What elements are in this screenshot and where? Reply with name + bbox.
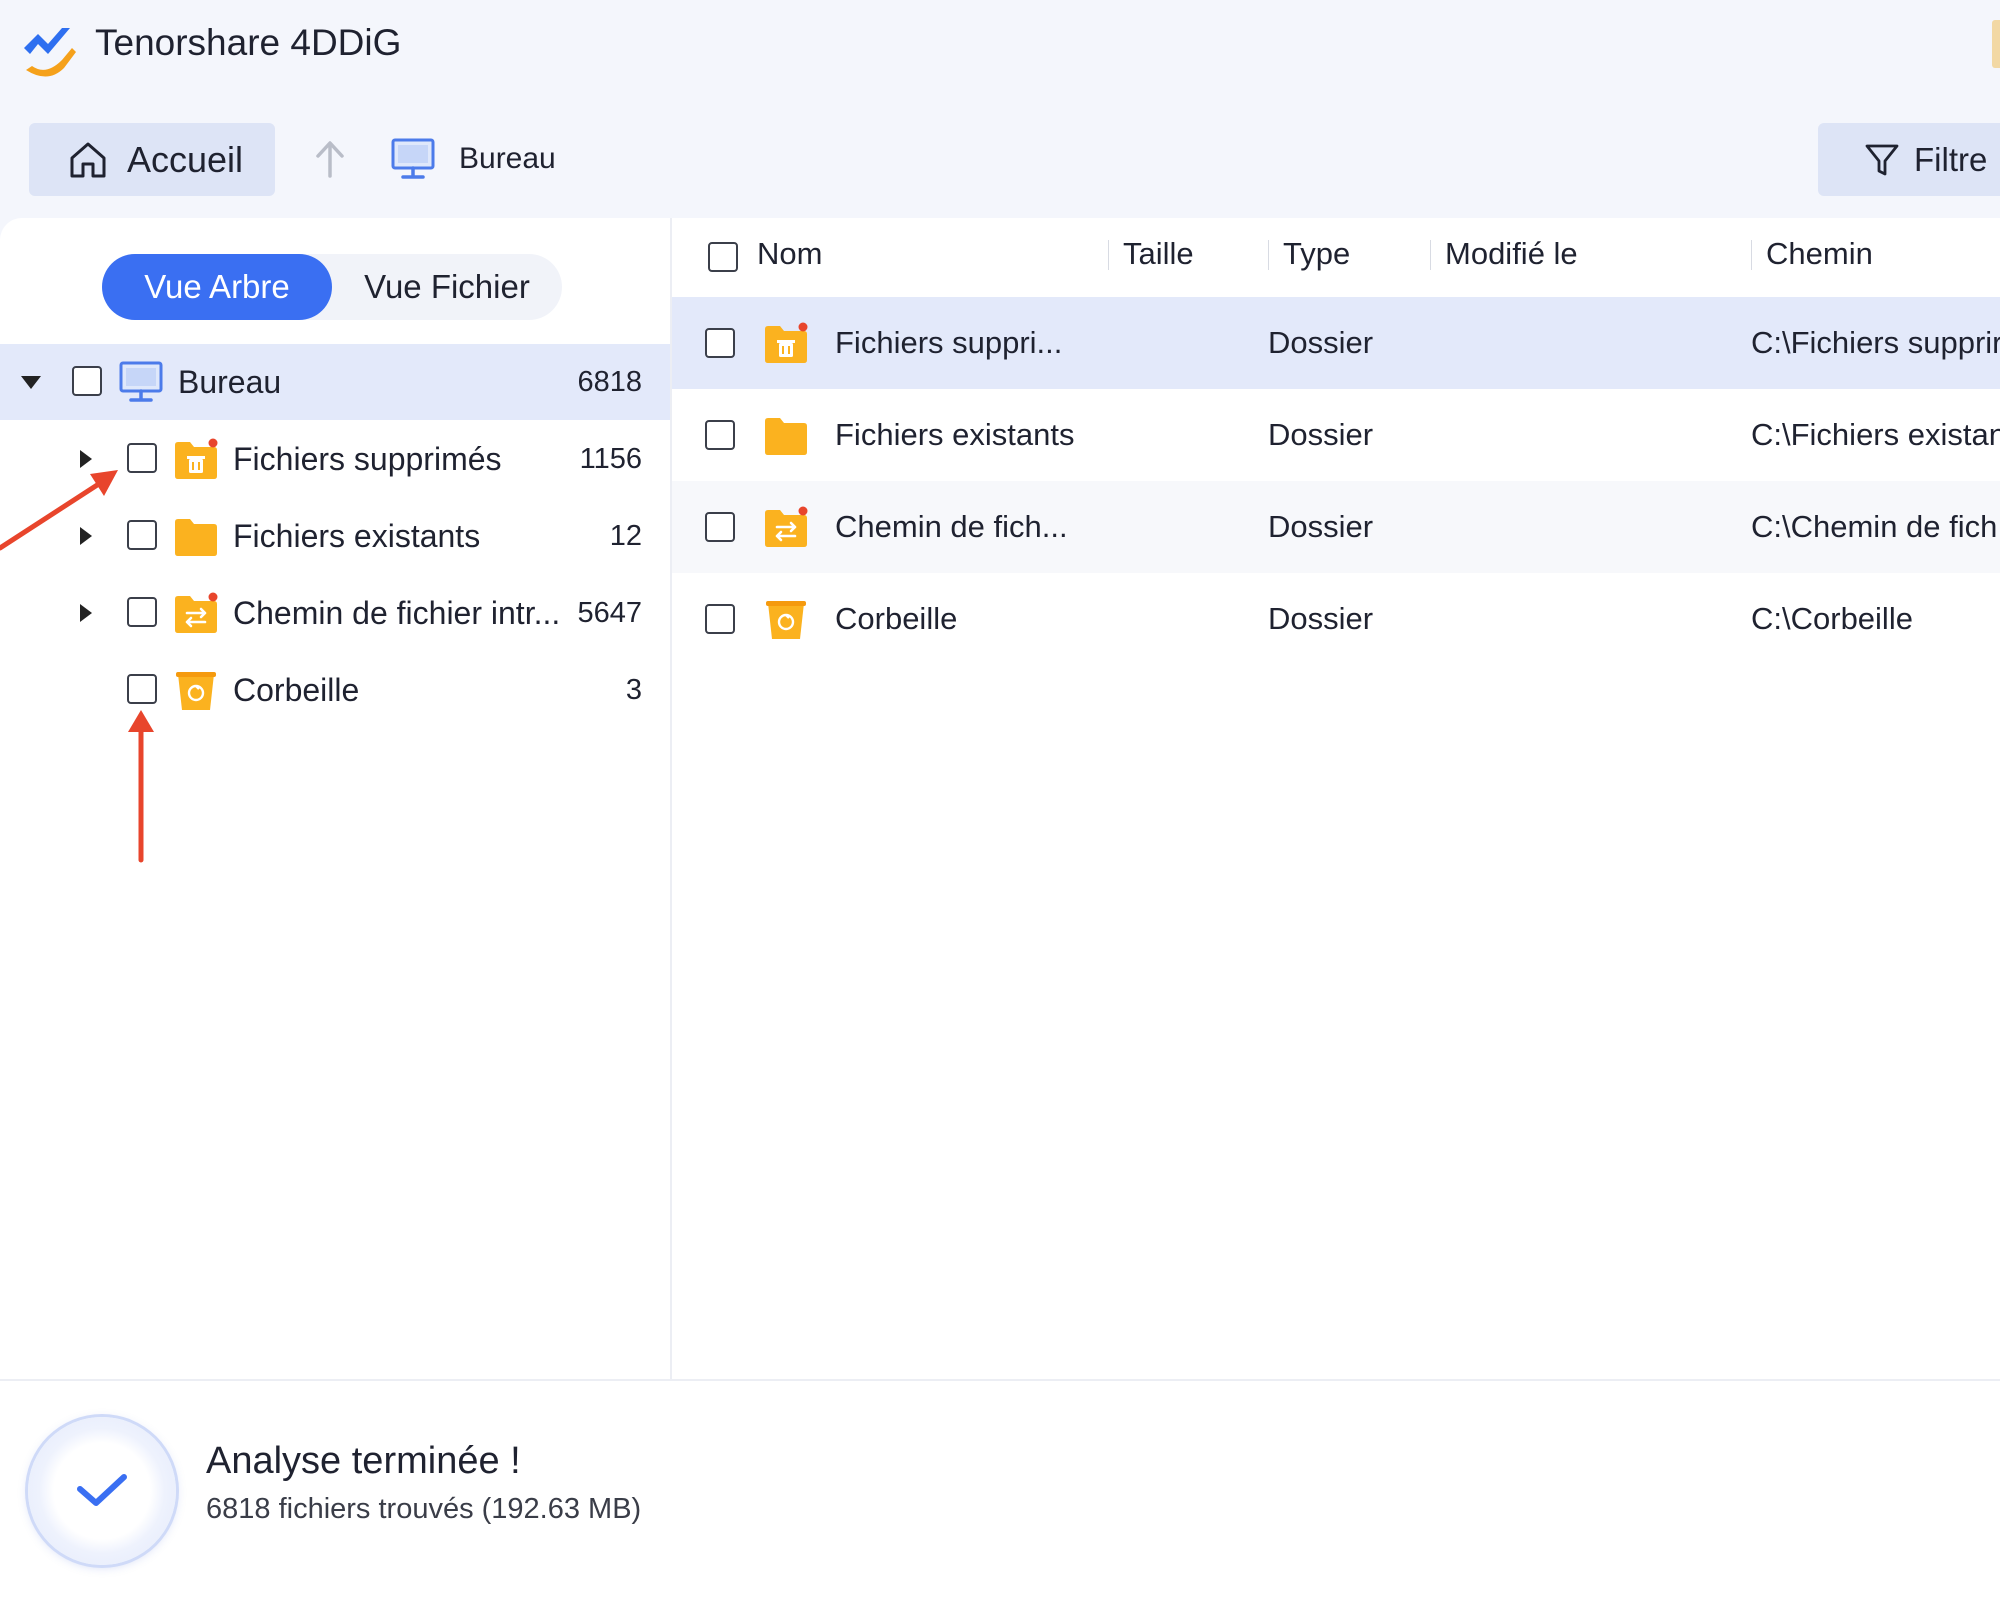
folder-icon xyxy=(175,519,217,556)
tree-checkbox[interactable] xyxy=(127,597,157,627)
tree-item-chemin-de-fichier[interactable]: Chemin de fichier intr... 5647 xyxy=(0,575,670,651)
column-header-taille[interactable]: Taille xyxy=(1123,236,1194,272)
column-divider[interactable] xyxy=(1108,240,1109,270)
tree-checkbox[interactable] xyxy=(127,520,157,550)
tree-item-fichiers-supprimes[interactable]: Fichiers supprimés 1156 xyxy=(0,421,670,497)
tab-tree-view[interactable]: Vue Arbre xyxy=(102,254,332,320)
window-corner-accent xyxy=(1992,20,2000,68)
tree-item-label: Bureau xyxy=(178,364,282,400)
tree-item-count: 5647 xyxy=(577,597,642,629)
row-type: Dossier xyxy=(1268,601,1374,636)
expand-arrow-icon[interactable] xyxy=(80,604,92,622)
home-icon xyxy=(70,142,106,177)
tree-item-label: Fichiers existants xyxy=(233,518,481,554)
row-name: Fichiers suppri... xyxy=(835,325,1063,360)
tree-item-count: 6818 xyxy=(577,366,642,398)
row-type: Dossier xyxy=(1268,509,1374,544)
app-title: Tenorshare 4DDiG xyxy=(95,22,402,63)
tree-item-corbeille[interactable]: Corbeille 3 xyxy=(0,652,670,728)
arrow-up-icon[interactable] xyxy=(312,138,348,178)
tree-item-label: Chemin de fichier intr... xyxy=(233,595,561,631)
row-path: C:\Corbeille xyxy=(1751,601,1913,636)
lost-path-folder-icon xyxy=(175,592,218,633)
deleted-folder-icon xyxy=(175,438,218,479)
select-all-checkbox[interactable] xyxy=(708,242,738,272)
filter-button-label: Filtre xyxy=(1914,140,1988,178)
breadcrumb-bureau[interactable]: Bureau xyxy=(459,142,556,176)
tree-item-count: 1156 xyxy=(579,443,642,475)
tree-item-label: Corbeille xyxy=(233,672,360,708)
table-row[interactable]: Fichiers suppri... Dossier C:\Fichiers s… xyxy=(672,297,2000,389)
tree-item-bureau[interactable]: Bureau 6818 xyxy=(0,344,670,420)
column-header-chemin[interactable]: Chemin xyxy=(1766,236,1873,272)
title-bar: Tenorshare 4DDiG xyxy=(0,0,2000,100)
expand-arrow-icon[interactable] xyxy=(80,450,92,468)
row-path: C:\Chemin de fich xyxy=(1751,509,1998,544)
column-divider[interactable] xyxy=(1751,240,1752,270)
recycle-bin-icon xyxy=(176,672,216,710)
row-checkbox[interactable] xyxy=(705,604,735,634)
column-header-modifie[interactable]: Modifié le xyxy=(1445,236,1578,272)
tree-checkbox[interactable] xyxy=(127,674,157,704)
home-button-label: Accueil xyxy=(127,138,244,180)
table-row[interactable]: Fichiers existants Dossier C:\Fichiers e… xyxy=(672,389,2000,481)
status-subtitle: 6818 fichiers trouvés (192.63 MB) xyxy=(206,1493,642,1525)
row-name: Fichiers existants xyxy=(835,417,1075,452)
column-divider[interactable] xyxy=(1268,240,1269,270)
column-divider[interactable] xyxy=(1430,240,1431,270)
tree-checkbox[interactable] xyxy=(127,443,157,473)
monitor-icon xyxy=(391,138,435,179)
status-bar xyxy=(0,1381,2000,1600)
deleted-folder-icon xyxy=(765,322,808,363)
tree-item-count: 12 xyxy=(609,520,642,552)
row-checkbox[interactable] xyxy=(705,512,735,542)
row-checkbox[interactable] xyxy=(705,328,735,358)
tree-item-fichiers-existants[interactable]: Fichiers existants 12 xyxy=(0,498,670,574)
expand-arrow-icon[interactable] xyxy=(80,527,92,545)
folder-icon xyxy=(765,418,807,455)
4ddig-logo-icon xyxy=(24,28,76,77)
row-name: Corbeille xyxy=(835,601,958,636)
tree-item-count: 3 xyxy=(625,674,642,706)
home-button[interactable]: Accueil xyxy=(29,123,275,196)
row-path: C:\Fichiers existan xyxy=(1751,417,2000,452)
filter-icon xyxy=(1865,144,1899,175)
row-checkbox[interactable] xyxy=(705,420,735,450)
tree-checkbox[interactable] xyxy=(72,366,102,396)
row-path: C:\Fichiers supprir xyxy=(1751,325,2000,360)
check-circle-icon xyxy=(77,1474,127,1506)
filter-button[interactable]: Filtre xyxy=(1818,123,2000,196)
row-name: Chemin de fich... xyxy=(835,509,1068,544)
column-header-nom[interactable]: Nom xyxy=(757,236,822,272)
tree-item-label: Fichiers supprimés xyxy=(233,441,502,477)
recycle-bin-icon xyxy=(766,601,806,639)
row-type: Dossier xyxy=(1268,417,1374,452)
table-row[interactable]: Chemin de fich... Dossier C:\Chemin de f… xyxy=(672,481,2000,573)
table-row[interactable]: Corbeille Dossier C:\Corbeille xyxy=(672,573,2000,665)
lost-path-folder-icon xyxy=(765,506,808,547)
row-type: Dossier xyxy=(1268,325,1374,360)
collapse-arrow-icon[interactable] xyxy=(21,376,41,389)
column-header-type[interactable]: Type xyxy=(1283,236,1350,272)
status-title: Analyse terminée ! xyxy=(206,1440,521,1482)
monitor-icon xyxy=(119,361,163,402)
tab-file-view[interactable]: Vue Fichier xyxy=(332,254,562,320)
